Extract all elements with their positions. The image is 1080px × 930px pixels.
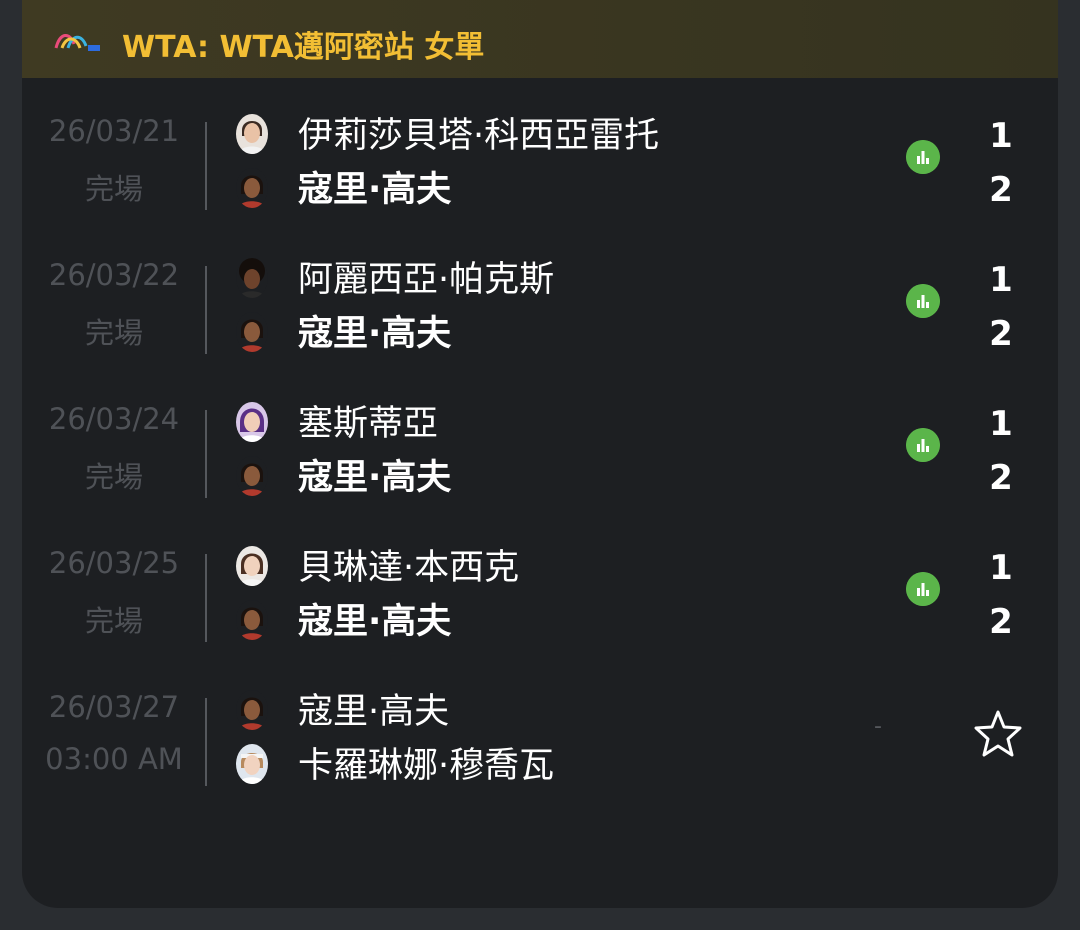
match-row[interactable]: 26/03/21 完場 伊莉莎貝塔·科西亞雷托 寇里·高夫 1 2 <box>22 114 1058 224</box>
match-date: 26/03/22 <box>48 258 180 292</box>
player-name[interactable]: 寇里·高夫 <box>298 690 449 734</box>
match-status: 完場 <box>84 316 143 350</box>
player-avatar <box>236 546 268 586</box>
score-player2: 2 <box>989 602 1013 642</box>
player-name[interactable]: 阿麗西亞·帕克斯 <box>298 258 554 302</box>
score-player1: 1 <box>989 116 1013 156</box>
player-name[interactable]: 伊莉莎貝塔·科西亞雷托 <box>298 114 659 158</box>
score-player2: 2 <box>989 314 1013 354</box>
stats-icon[interactable] <box>906 284 940 318</box>
match-date: 26/03/27 <box>48 690 180 724</box>
player-avatar <box>236 744 268 784</box>
stats-icon[interactable] <box>906 428 940 462</box>
star-outline-icon[interactable] <box>972 708 1024 760</box>
match-date: 26/03/24 <box>48 402 180 436</box>
match-row[interactable]: 26/03/22 完場 阿麗西亞·帕克斯 寇里·高夫 1 2 <box>22 258 1058 368</box>
match-row[interactable]: 26/03/25 完場 貝琳達·本西克 寇里·高夫 1 2 <box>22 546 1058 656</box>
match-status: 完場 <box>84 460 143 494</box>
match-date: 26/03/21 <box>48 114 180 148</box>
player-avatar <box>236 114 268 154</box>
score-player2: 2 <box>989 458 1013 498</box>
divider <box>205 554 207 642</box>
match-row[interactable]: 26/03/24 完場 塞斯蒂亞 寇里·高夫 1 2 <box>22 402 1058 512</box>
divider <box>205 122 207 210</box>
player-name[interactable]: 卡羅琳娜·穆喬瓦 <box>298 744 554 788</box>
player-avatar <box>236 690 268 730</box>
player-avatar <box>236 456 268 496</box>
match-date: 26/03/25 <box>48 546 180 580</box>
player-name-winner[interactable]: 寇里·高夫 <box>298 456 451 500</box>
league-header[interactable]: WTA: WTA邁阿密站 女單 <box>22 0 1058 78</box>
match-status: 完場 <box>84 604 143 638</box>
player-avatar <box>236 258 268 298</box>
divider <box>205 266 207 354</box>
score-player2: 2 <box>989 170 1013 210</box>
score-placeholder: - <box>874 714 882 739</box>
stats-icon[interactable] <box>906 572 940 606</box>
stats-icon[interactable] <box>906 140 940 174</box>
player-avatar <box>236 312 268 352</box>
score-player1: 1 <box>989 404 1013 444</box>
score-player1: 1 <box>989 260 1013 300</box>
league-title: WTA: WTA邁阿密站 女單 <box>122 30 485 65</box>
player-name-winner[interactable]: 寇里·高夫 <box>298 312 451 356</box>
score-player1: 1 <box>989 548 1013 588</box>
divider <box>205 698 207 786</box>
player-avatar <box>236 168 268 208</box>
divider <box>205 410 207 498</box>
player-avatar <box>236 402 268 442</box>
match-list-card: WTA: WTA邁阿密站 女單 26/03/21 完場 伊莉莎貝塔·科西亞雷托 … <box>22 0 1058 908</box>
match-status: 完場 <box>84 172 143 206</box>
player-name[interactable]: 塞斯蒂亞 <box>298 402 438 446</box>
wta-logo-icon <box>54 34 100 51</box>
match-row-upcoming[interactable]: 26/03/27 03:00 AM 寇里·高夫 卡羅琳娜·穆喬瓦 - <box>22 690 1058 800</box>
player-name-winner[interactable]: 寇里·高夫 <box>298 168 451 212</box>
player-name-winner[interactable]: 寇里·高夫 <box>298 600 451 644</box>
player-avatar <box>236 600 268 640</box>
player-name[interactable]: 貝琳達·本西克 <box>298 546 519 590</box>
match-time: 03:00 AM <box>45 742 183 776</box>
